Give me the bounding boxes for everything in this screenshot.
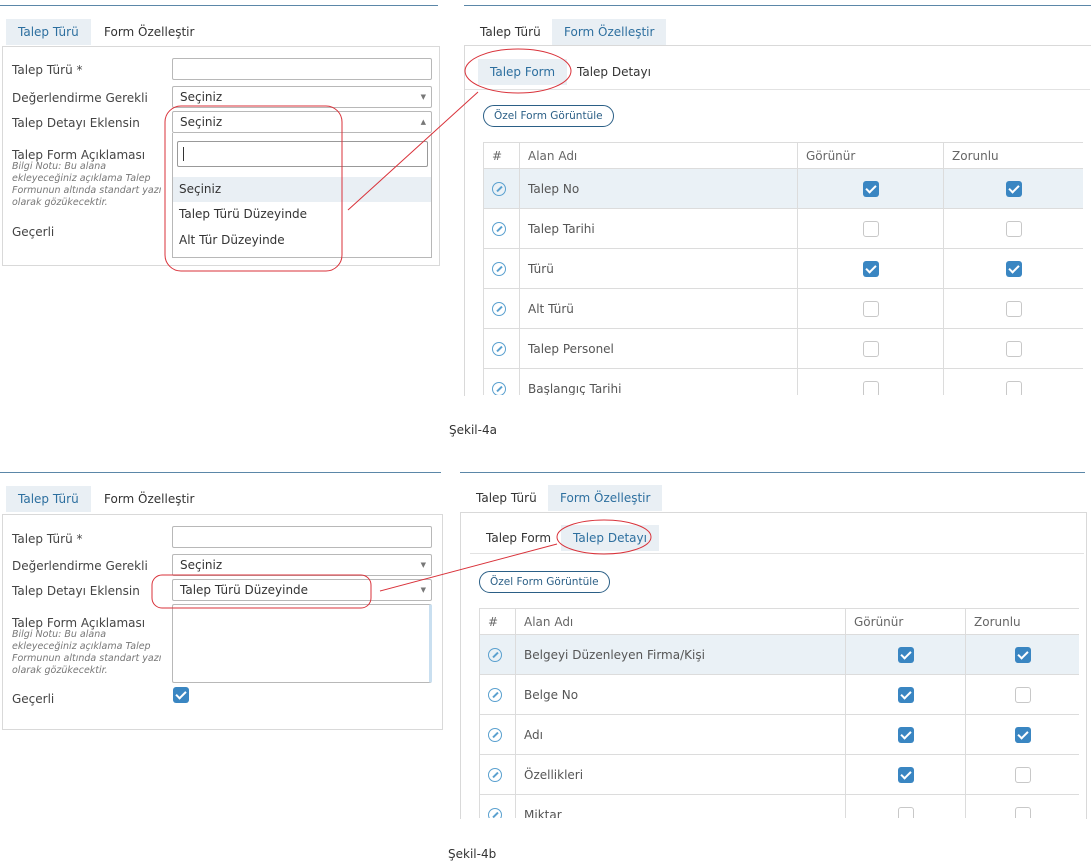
annotation-overlay <box>151 48 652 609</box>
callout-line <box>347 91 479 211</box>
highlight-circle <box>556 519 652 555</box>
highlight-box <box>164 105 343 272</box>
callout-line <box>379 543 558 592</box>
highlight-circle <box>464 48 572 94</box>
highlight-box <box>151 574 372 609</box>
